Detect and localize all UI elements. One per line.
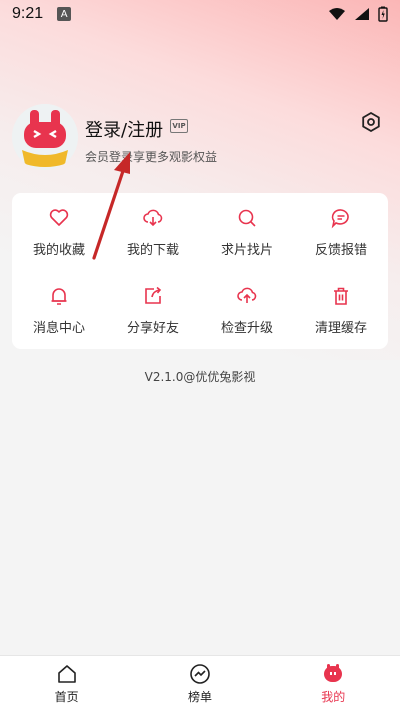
cloud-download-icon	[143, 209, 163, 226]
menu-item-downloads[interactable]: 我的下载	[106, 193, 200, 271]
vip-badge: VIP	[170, 119, 188, 133]
menu-label: 我的收藏	[32, 242, 85, 258]
menu-label: 求片找片	[220, 242, 273, 258]
menu-item-share[interactable]: 分享好友	[106, 271, 200, 349]
settings-button[interactable]	[359, 110, 383, 134]
menu-label: 消息中心	[32, 320, 85, 336]
bell-icon	[51, 287, 67, 305]
bottom-nav: 首页 榜单 我的	[0, 655, 400, 711]
nav-label-active: 我的	[321, 689, 346, 704]
menu-item-messages[interactable]: 消息中心	[12, 271, 106, 349]
search-icon	[238, 209, 256, 227]
share-icon	[145, 286, 162, 304]
menu-label: 检查升级	[220, 320, 273, 336]
nav-label: 首页	[54, 689, 79, 704]
menu-item-clear-cache[interactable]: 清理缓存	[294, 271, 388, 349]
rabbit-logo-icon	[12, 104, 78, 170]
nav-label: 榜单	[187, 689, 212, 704]
trash-icon	[334, 287, 348, 305]
status-time: 9:21	[12, 5, 44, 22]
menu-label: 反馈报错	[314, 242, 367, 258]
signal-icon	[355, 8, 369, 20]
login-register-title[interactable]: 登录/注册	[85, 116, 163, 142]
nav-item-home[interactable]: 首页	[27, 663, 107, 705]
login-subtitle: 会员登录享更多观影权益	[85, 150, 218, 164]
mine-icon	[324, 663, 343, 682]
menu-label: 我的下载	[126, 242, 179, 258]
gear-icon	[362, 112, 380, 132]
version-text: V2.1.0@优优兔影视	[144, 370, 256, 384]
status-bar: 9:21 A	[0, 0, 400, 28]
menu-label: 清理缓存	[314, 320, 367, 336]
cloud-upload-icon	[237, 287, 257, 303]
menu-label: 分享好友	[126, 320, 179, 336]
nav-item-mine[interactable]: 我的	[293, 663, 373, 705]
trend-icon	[190, 663, 210, 684]
notification-a-icon: A	[57, 7, 72, 21]
avatar[interactable]	[12, 104, 78, 170]
menu-item-request[interactable]: 求片找片	[200, 193, 294, 271]
heart-icon	[49, 208, 69, 226]
battery-icon	[378, 6, 388, 22]
menu-card: 我的收藏 我的下载 求片找片 反馈报错 消息中心 分享好友 检查升级 清理缓存	[12, 193, 388, 349]
menu-item-feedback[interactable]: 反馈报错	[294, 193, 388, 271]
menu-item-upgrade[interactable]: 检查升级	[200, 271, 294, 349]
home-icon	[57, 664, 76, 683]
wifi-icon	[329, 8, 345, 20]
nav-item-ranking[interactable]: 榜单	[160, 663, 240, 705]
menu-item-favorites[interactable]: 我的收藏	[12, 193, 106, 271]
status-icons	[328, 6, 388, 22]
feedback-icon	[331, 208, 349, 228]
